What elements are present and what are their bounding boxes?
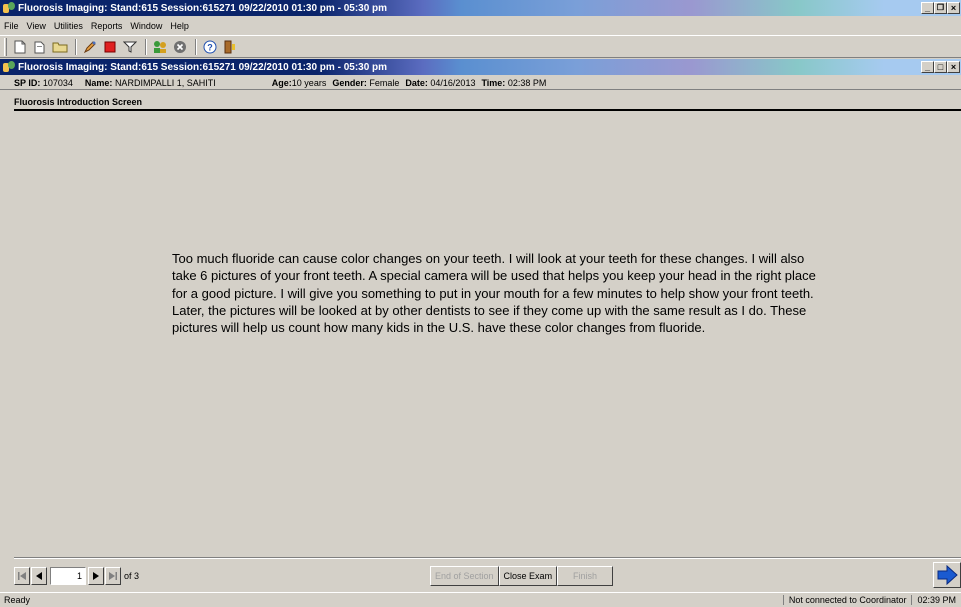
- close-circle-icon[interactable]: [171, 38, 189, 56]
- folder-icon[interactable]: [51, 38, 69, 56]
- menu-window[interactable]: Window: [126, 21, 166, 31]
- doc-maximize-button[interactable]: □: [934, 61, 947, 73]
- document-title-bar[interactable]: Fluorosis Imaging: Stand:615 Session:615…: [0, 59, 961, 75]
- end-of-section-button[interactable]: End of Section: [430, 566, 499, 586]
- document-title: Fluorosis Imaging: Stand:615 Session:615…: [18, 61, 388, 73]
- people-icon[interactable]: [151, 38, 169, 56]
- next-arrow-button[interactable]: [933, 562, 961, 588]
- intro-text: Too much fluoride can cause color change…: [172, 251, 816, 336]
- menu-bar: File View Utilities Reports Window Help: [0, 17, 961, 34]
- previous-page-button[interactable]: [31, 567, 47, 585]
- name-field: Name: NARDIMPALLI 1, SAHITI: [84, 77, 216, 88]
- app-icon: [3, 2, 16, 14]
- toolbar-separator: [75, 38, 77, 55]
- stop-icon[interactable]: [101, 38, 119, 56]
- filter-icon[interactable]: [121, 38, 139, 56]
- last-page-button[interactable]: [105, 567, 121, 585]
- toolbar-grip[interactable]: [4, 37, 7, 56]
- close-button[interactable]: ×: [947, 2, 960, 14]
- page-navigation: 1 of 3: [14, 566, 139, 586]
- menu-reports[interactable]: Reports: [87, 21, 127, 31]
- doc-minimize-button[interactable]: _: [921, 61, 934, 73]
- menu-utilities[interactable]: Utilities: [50, 21, 87, 31]
- exit-door-icon[interactable]: [221, 38, 239, 56]
- section-divider: [14, 109, 961, 111]
- edit-icon[interactable]: [81, 38, 99, 56]
- page-number-input[interactable]: 1: [50, 567, 86, 585]
- right-arrow-icon: [937, 565, 958, 585]
- sp-id-field: SP ID: 107034: [14, 77, 73, 88]
- action-buttons: End of Section Close Exam Finish: [430, 566, 614, 586]
- next-page-button[interactable]: [88, 567, 104, 585]
- page-count-label: of 3: [124, 571, 140, 581]
- menu-file[interactable]: File: [0, 21, 23, 31]
- svg-text:?: ?: [207, 42, 213, 52]
- time-field: Time: 02:38 PM: [481, 77, 547, 88]
- app-title: Fluorosis Imaging: Stand:615 Session:615…: [18, 2, 388, 14]
- bottom-divider: [14, 557, 961, 559]
- section-title: Fluorosis Introduction Screen: [14, 97, 143, 107]
- restore-button[interactable]: ❐: [934, 2, 947, 14]
- doc-close-button[interactable]: ×: [947, 61, 960, 73]
- connection-status: Not connected to Coordinator: [782, 595, 912, 605]
- finish-button[interactable]: Finish: [557, 566, 614, 586]
- app-title-bar[interactable]: Fluorosis Imaging: Stand:615 Session:615…: [0, 0, 961, 16]
- menu-view[interactable]: View: [23, 21, 50, 31]
- status-clock: 02:39 PM: [911, 595, 961, 605]
- close-exam-button[interactable]: Close Exam: [498, 566, 558, 586]
- menu-help[interactable]: Help: [166, 21, 193, 31]
- help-icon[interactable]: ?: [201, 38, 219, 56]
- age-field: Age:10 years: [271, 77, 327, 88]
- date-field: Date: 04/16/2013: [405, 77, 476, 88]
- status-bar: Ready Not connected to Coordinator 02:39…: [0, 592, 961, 607]
- open-folder-icon[interactable]: [31, 38, 49, 56]
- new-document-icon[interactable]: [11, 38, 29, 56]
- first-page-button[interactable]: [14, 567, 30, 585]
- toolbar: ?: [0, 35, 961, 58]
- minimize-button[interactable]: _: [921, 2, 934, 14]
- patient-info-row: SP ID: 107034 Name: NARDIMPALLI 1, SAHIT…: [0, 76, 961, 90]
- gender-field: Gender: Female: [332, 77, 400, 88]
- status-text: Ready: [4, 595, 31, 605]
- toolbar-separator: [145, 38, 147, 55]
- toolbar-separator: [195, 38, 197, 55]
- document-icon: [3, 61, 16, 73]
